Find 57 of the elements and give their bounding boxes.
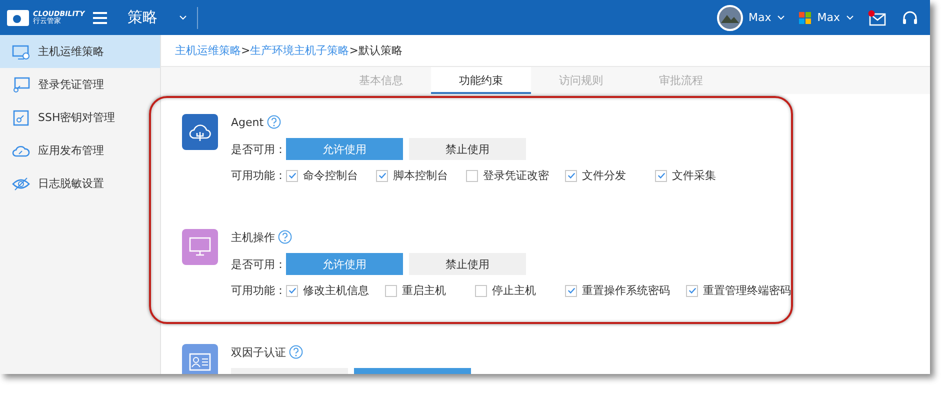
field-label: 可用功能： — [231, 168, 286, 183]
chevron-icon[interactable] — [178, 15, 187, 20]
help-icon[interactable] — [266, 115, 281, 129]
checkbox[interactable] — [286, 284, 298, 296]
avatar-icon — [716, 4, 742, 30]
checkbox[interactable] — [475, 284, 487, 296]
feature-checkbox[interactable]: 脚本控制台 — [376, 168, 450, 183]
logo-icon — [6, 8, 30, 28]
option-button[interactable]: 禁止使用 — [409, 253, 526, 275]
breadcrumb-separator: > — [349, 44, 358, 57]
feature-checkbox[interactable]: 重置管理终端密码 — [686, 283, 791, 298]
tab[interactable]: 功能约束 — [431, 67, 531, 94]
breadcrumb-current: 默认策略 — [358, 43, 402, 58]
option-button[interactable]: 禁止使用 — [409, 138, 526, 160]
feature-checkbox[interactable]: 文件分发 — [565, 168, 639, 183]
sidebar-item[interactable]: 应用发布管理 — [0, 134, 160, 167]
windows-logo-icon — [799, 12, 812, 24]
section-title: 主机操作 — [231, 230, 275, 244]
checkbox[interactable] — [565, 284, 577, 296]
menu-icon[interactable] — [92, 12, 107, 24]
checkbox[interactable] — [376, 170, 388, 182]
key-icon — [12, 110, 30, 126]
headset-icon[interactable] — [902, 10, 918, 26]
checkbox[interactable] — [466, 170, 478, 182]
section-title: Agent — [231, 116, 264, 128]
sidebar-item[interactable]: 主机运维策略 — [0, 35, 160, 68]
field-label: 是否可用： — [231, 256, 286, 272]
sidebar-item[interactable]: 登录凭证管理 — [0, 68, 160, 101]
help-icon[interactable] — [278, 230, 292, 244]
account-menu[interactable]: Max — [799, 11, 854, 24]
eye-icon — [12, 176, 30, 192]
feature-checkbox[interactable]: 修改主机信息 — [286, 283, 369, 298]
field-label: 是否可用： — [231, 142, 286, 156]
user-menu[interactable]: Max — [716, 4, 786, 30]
checkbox[interactable] — [686, 284, 698, 296]
chevron-icon — [777, 15, 786, 20]
feature-checkbox[interactable]: 文件采集 — [655, 168, 729, 183]
feature-checkbox[interactable]: 命令控制台 — [286, 168, 360, 183]
app-title: 策略 — [128, 8, 158, 27]
checkbox[interactable] — [655, 170, 667, 182]
checkbox[interactable] — [286, 170, 298, 182]
sidebar-item[interactable]: 日志脱敏设置 — [0, 167, 160, 200]
monitor-icon — [12, 76, 30, 92]
help-icon[interactable] — [289, 345, 303, 359]
checkbox[interactable] — [565, 170, 577, 182]
monitor-icon — [12, 44, 30, 60]
feature-checkbox[interactable]: 登录凭证改密 — [466, 168, 549, 183]
section-title: 双因子认证 — [231, 344, 286, 360]
field-label: 可用功能： — [231, 283, 286, 298]
chevron-icon — [846, 15, 854, 20]
feature-checkbox[interactable]: 停止主机 — [475, 283, 549, 298]
sidebar-item[interactable]: SSH密钥对管理 — [0, 101, 160, 134]
feature-checkbox[interactable]: 重置操作系统密码 — [565, 283, 670, 298]
checkbox[interactable] — [385, 284, 397, 296]
feature-checkbox[interactable]: 重启主机 — [385, 283, 459, 298]
mail-icon[interactable] — [868, 10, 886, 26]
breadcrumb-separator: > — [241, 44, 250, 57]
